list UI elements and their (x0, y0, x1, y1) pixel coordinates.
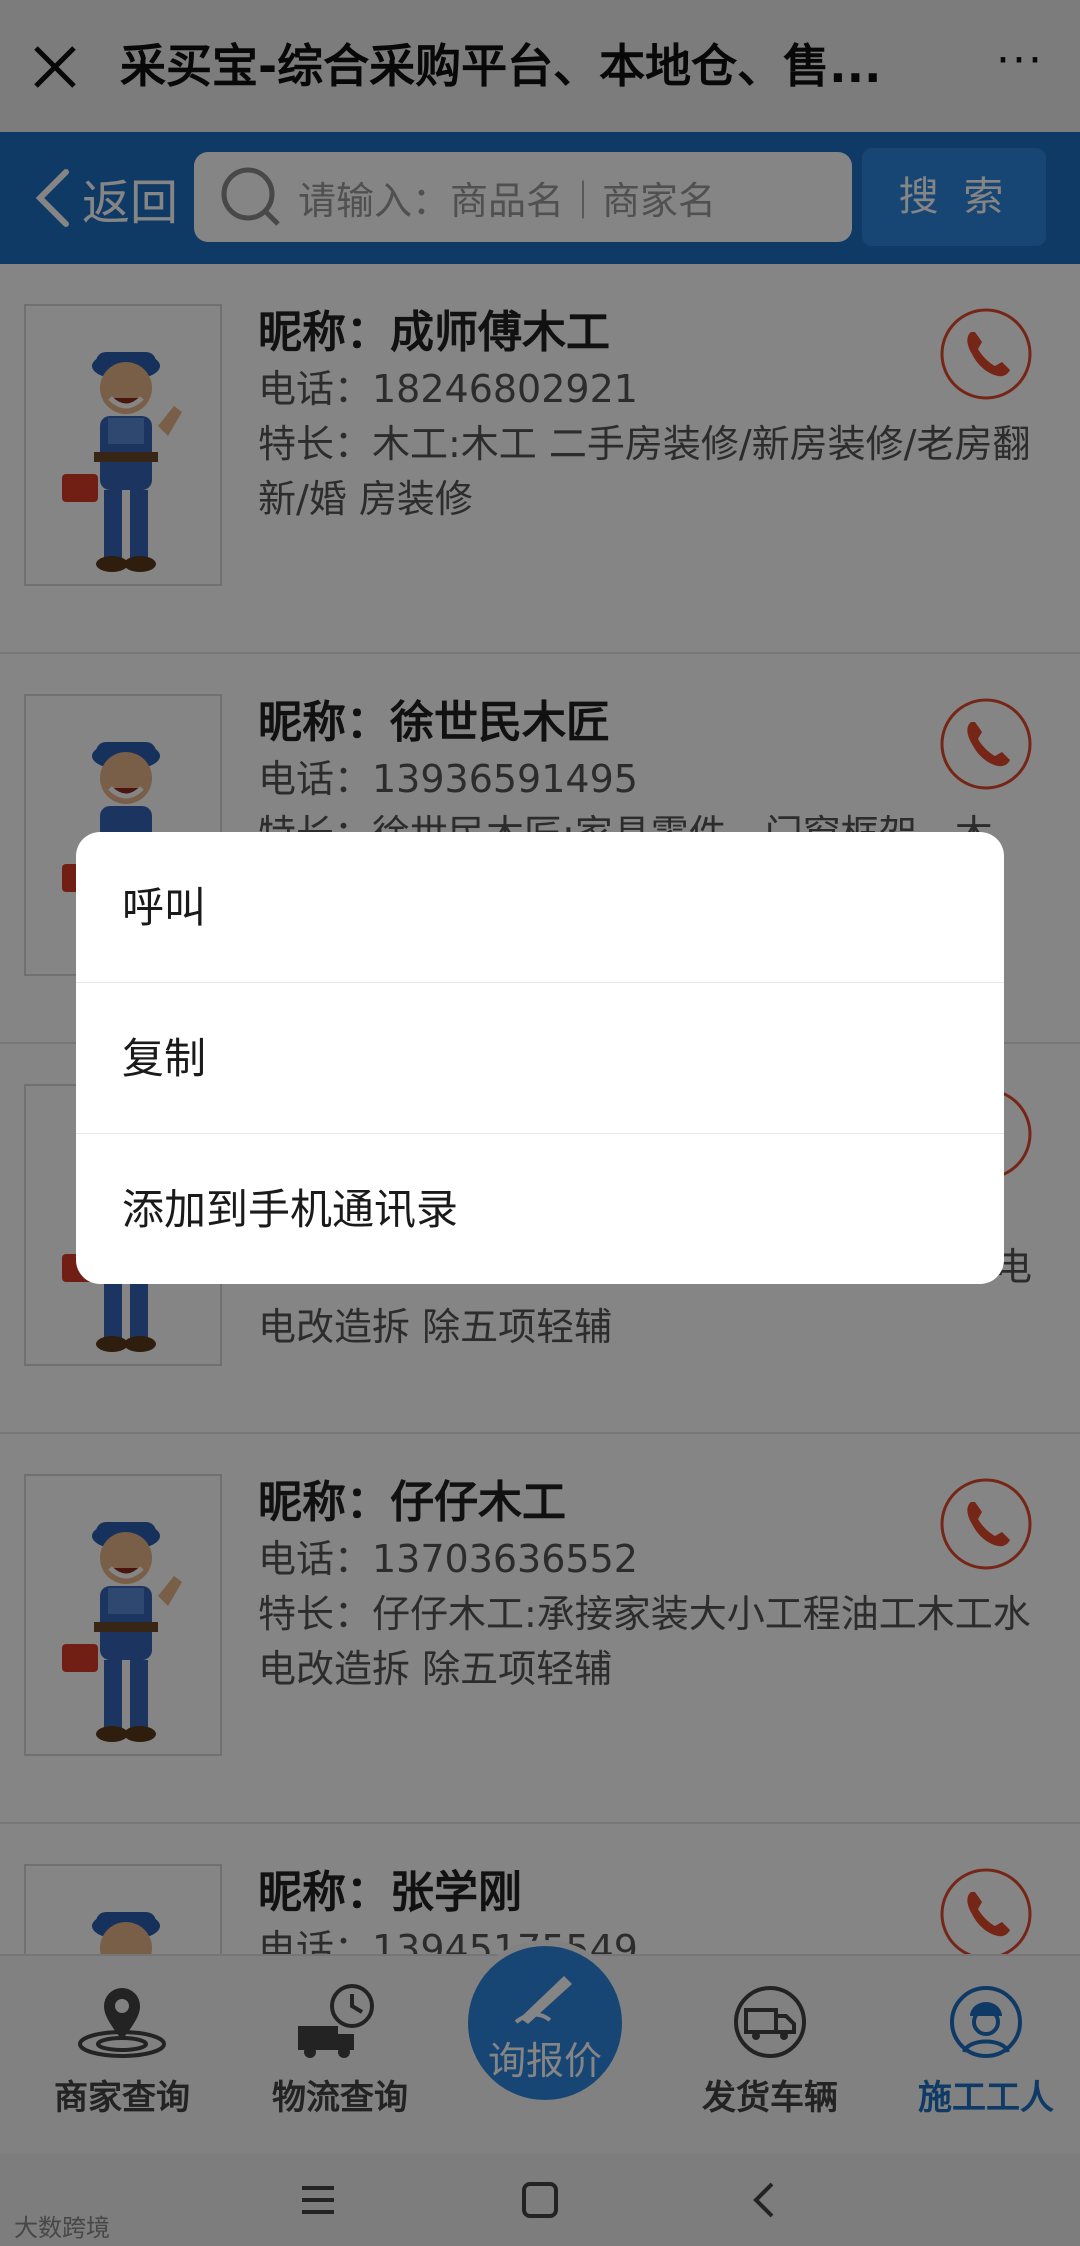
phone-action-dialog: 呼叫 复制 添加到手机通讯录 (76, 832, 1004, 1284)
copy-option[interactable]: 复制 (76, 983, 1004, 1134)
call-option[interactable]: 呼叫 (76, 832, 1004, 983)
add-contact-option[interactable]: 添加到手机通讯录 (76, 1134, 1004, 1284)
